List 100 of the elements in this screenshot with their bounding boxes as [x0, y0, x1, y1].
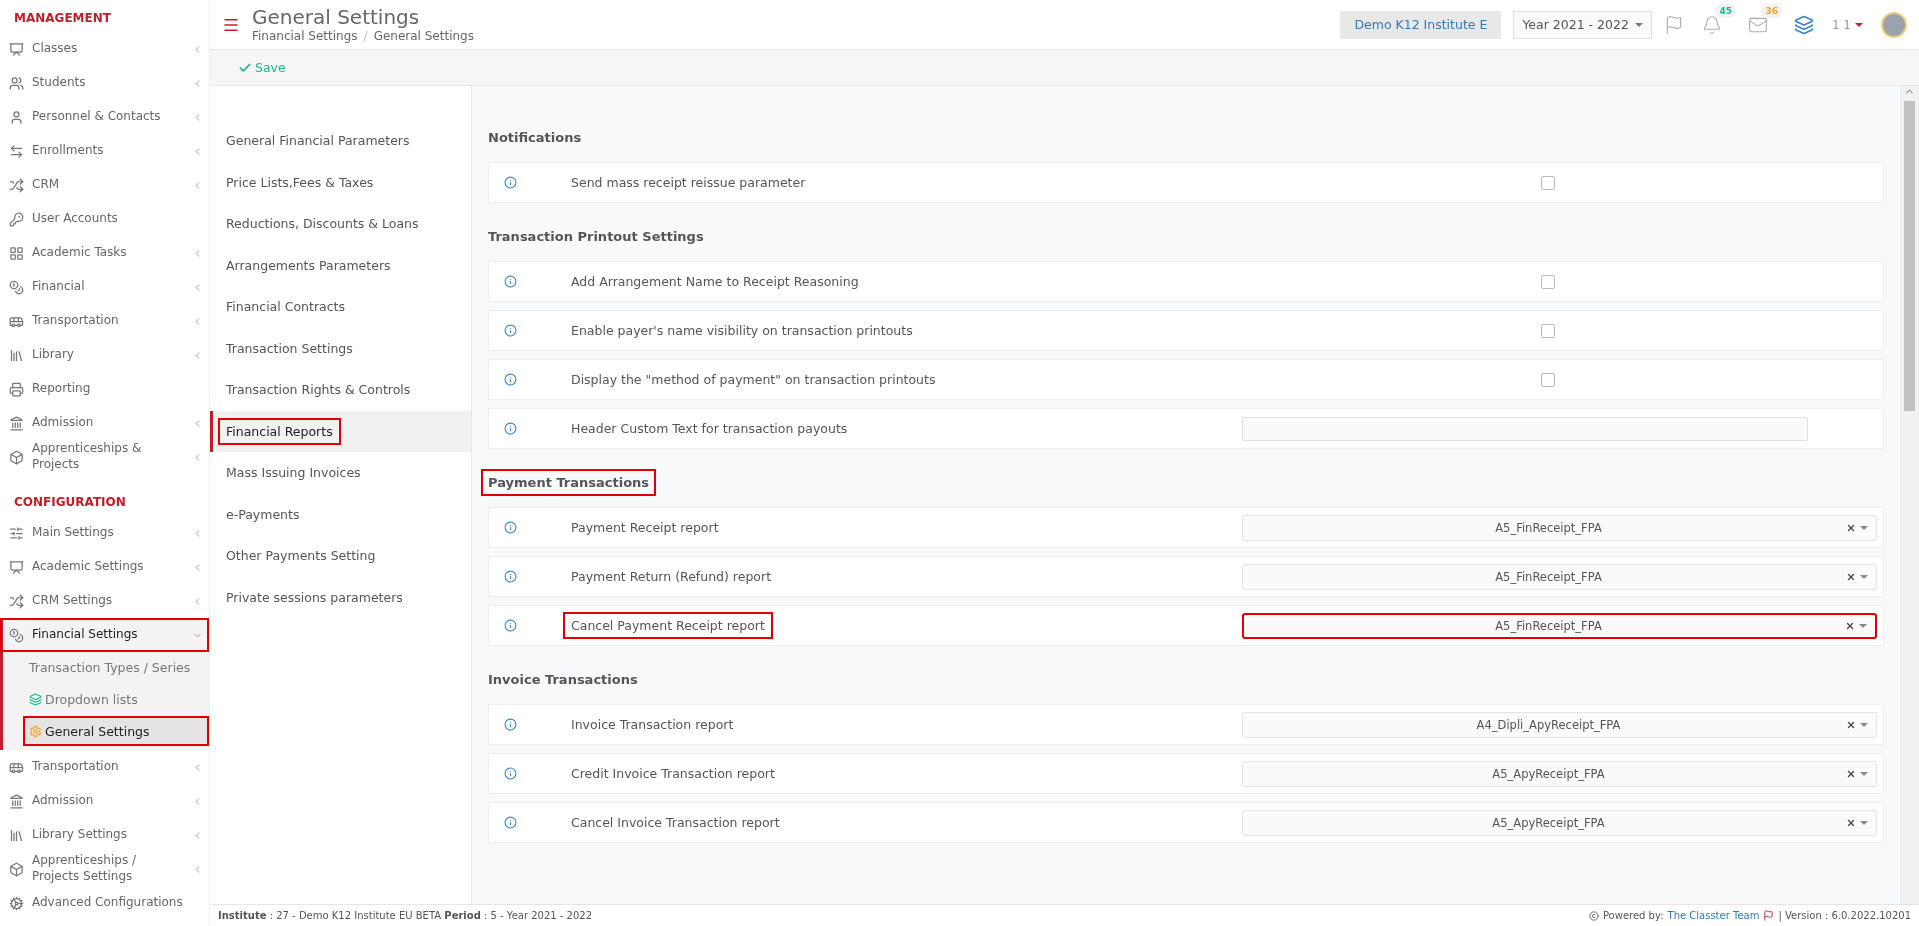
sidebar-item[interactable]: Apprenticeships / Projects Settings — [0, 852, 209, 886]
year-dropdown[interactable]: Year 2021 - 2022 — [1513, 10, 1652, 39]
classroom-icon — [9, 559, 24, 575]
setting-label: Payment Return (Refund) report — [570, 568, 773, 586]
bank-icon — [9, 793, 24, 809]
sliders-icon — [9, 525, 24, 541]
info-icon[interactable] — [503, 521, 517, 534]
sidebar-item[interactable]: Advanced Configurations — [0, 886, 209, 920]
sidebar-item[interactable]: Personnel & Contacts — [0, 100, 209, 134]
sidebar-item[interactable]: Classes — [0, 32, 209, 66]
sidebar-item[interactable]: Enrollments — [0, 134, 209, 168]
clear-icon[interactable] — [1846, 719, 1856, 730]
sidebar-item[interactable]: CRM — [0, 168, 209, 202]
sidebar-item[interactable]: Library — [0, 338, 209, 372]
sidebar-item[interactable]: Main Settings — [0, 516, 209, 550]
sidebar-item[interactable]: Academic Settings — [0, 550, 209, 584]
settings-menu-label: Transaction Rights & Controls — [225, 381, 412, 400]
sidebar-item[interactable]: Academic Tasks — [0, 236, 209, 270]
breadcrumb-item[interactable]: Financial Settings — [252, 29, 358, 43]
settings-menu-item[interactable]: Private sessions parameters — [210, 576, 471, 618]
info-icon[interactable] — [503, 816, 517, 829]
info-icon[interactable] — [503, 767, 517, 780]
sidebar-item[interactable]: Apprenticeships & Projects — [0, 440, 209, 474]
info-icon[interactable] — [503, 373, 517, 386]
section-title: Invoice Transactions — [487, 670, 639, 689]
settings-menu-item[interactable]: Other Payments Setting — [210, 535, 471, 577]
grid-icon — [9, 245, 24, 261]
section-title: Transaction Printout Settings — [487, 227, 705, 246]
report-dropdown[interactable]: A5_ApyReceipt_FPA — [1242, 760, 1877, 787]
settings-menu-item[interactable]: Arrangements Parameters — [210, 244, 471, 286]
info-icon[interactable] — [503, 422, 517, 435]
settings-menu-item[interactable]: Transaction Settings — [210, 327, 471, 369]
setting-label: Credit Invoice Transaction report — [570, 765, 776, 783]
shuffle-icon — [9, 177, 24, 193]
sidebar-item[interactable]: Admission — [0, 784, 209, 818]
scroll-thumb[interactable] — [1904, 101, 1915, 411]
sidebar-item[interactable]: Library Settings — [0, 818, 209, 852]
scrollbar[interactable] — [1900, 86, 1919, 904]
settings-menu-label: Arrangements Parameters — [225, 256, 392, 275]
checkbox[interactable] — [1541, 274, 1555, 289]
submenu-item[interactable]: Dropdown lists — [23, 684, 209, 714]
checkbox[interactable] — [1541, 372, 1555, 387]
sidebar-item[interactable]: Financial Settings — [0, 618, 209, 652]
checkbox[interactable] — [1541, 323, 1555, 338]
settings-menu-item[interactable]: e-Payments — [210, 493, 471, 535]
checkbox[interactable] — [1541, 175, 1555, 190]
report-dropdown[interactable]: A4_Dipli_ApyReceipt_FPA — [1242, 711, 1877, 738]
coins-icon — [9, 279, 24, 295]
sidebar-item[interactable]: Admission — [0, 406, 209, 440]
clear-icon[interactable] — [1845, 620, 1855, 631]
settings-menu-item[interactable]: Mass Issuing Invoices — [210, 452, 471, 494]
sidebar-item[interactable]: CRM Settings — [0, 584, 209, 618]
info-icon[interactable] — [503, 570, 517, 583]
settings-menu-item[interactable]: Transaction Rights & Controls — [210, 369, 471, 411]
sidebar-section-title: MANAGEMENT — [13, 10, 112, 27]
info-icon[interactable] — [503, 718, 517, 731]
logo-icon — [1763, 910, 1775, 921]
breadcrumb-item[interactable]: General Settings — [373, 29, 474, 43]
footer-info: Institute : 27 - Demo K12 Institute EU BETA Period : 5 - Year 2021 - 2022 — [218, 910, 594, 921]
sidebar-item[interactable]: Students — [0, 66, 209, 100]
submenu-item[interactable]: General Settings — [23, 716, 209, 746]
sidebar-item[interactable]: Transportation — [0, 750, 209, 784]
settings-menu-label: Financial Contracts — [225, 298, 346, 317]
sidebar-item[interactable]: User Accounts — [0, 202, 209, 236]
info-icon[interactable] — [503, 176, 517, 189]
setting-label: Cancel Invoice Transaction report — [570, 814, 781, 832]
settings-menu-item[interactable]: General Financial Parameters — [210, 120, 471, 162]
sidebar-item[interactable]: Reporting — [0, 372, 209, 406]
info-icon[interactable] — [503, 275, 517, 288]
info-icon[interactable] — [503, 324, 517, 337]
report-dropdown[interactable]: A5_ApyReceipt_FPA — [1242, 809, 1877, 836]
setting-label: Payment Receipt report — [570, 519, 720, 537]
clear-icon[interactable] — [1846, 817, 1856, 828]
gear-icon — [29, 724, 42, 738]
submenu-item[interactable]: Transaction Types / Series — [23, 652, 209, 682]
info-icon[interactable] — [503, 619, 517, 632]
settings-menu-item[interactable]: Reductions, Discounts & Loans — [210, 203, 471, 245]
sidebar-item[interactable]: Financial — [0, 270, 209, 304]
clear-icon[interactable] — [1846, 571, 1856, 582]
settings-menu-item[interactable]: Financial Contracts — [210, 286, 471, 328]
caret-icon — [1860, 820, 1868, 825]
avatar[interactable] — [1881, 11, 1907, 38]
input-field[interactable] — [1242, 416, 1808, 441]
clear-icon[interactable] — [1846, 522, 1856, 533]
settings-menu-item[interactable]: Price Lists,Fees & Taxes — [210, 161, 471, 203]
report-dropdown[interactable]: A5_FinReceipt_FPA — [1242, 514, 1877, 541]
setting-label: Enable payer's name visibility on transaction printouts — [570, 322, 914, 340]
settings-menu-label: Financial Reports — [220, 419, 339, 443]
sidebar-item[interactable]: Transportation — [0, 304, 209, 338]
institute-button[interactable]: Demo K12 Institute E — [1340, 10, 1502, 39]
shuffle-icon — [9, 593, 24, 609]
report-dropdown[interactable]: A5_FinReceipt_FPA — [1242, 563, 1877, 590]
bell-icon[interactable] — [1701, 14, 1722, 35]
classroom-icon — [9, 41, 24, 57]
report-dropdown[interactable]: A5_FinReceipt_FPA — [1242, 612, 1877, 639]
settings-menu-label: e-Payments — [225, 505, 301, 524]
team-link[interactable]: The Classter Team — [1667, 910, 1760, 921]
settings-menu-item[interactable]: Financial Reports — [210, 410, 471, 452]
clear-icon[interactable] — [1846, 768, 1856, 779]
layers-icon — [29, 692, 42, 706]
